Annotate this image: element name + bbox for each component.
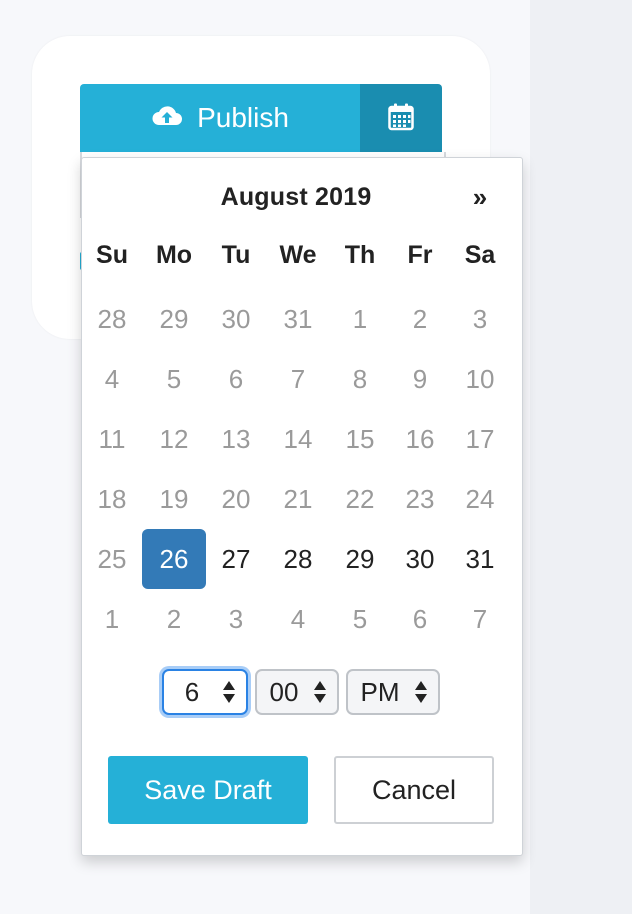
weekday-label: Th	[344, 241, 376, 269]
calendar-day[interactable]: 2	[142, 589, 206, 649]
date-picker-popup: August 2019 » Su Mo Tu We Th Fr Sa 28 29 30 31 1 2 3…	[81, 157, 523, 856]
calendar-toggle-button[interactable]	[360, 84, 442, 152]
selected-day[interactable]: 26	[142, 529, 206, 589]
hour-select[interactable]: 6	[162, 669, 248, 715]
calendar-day[interactable]: 14	[266, 409, 330, 469]
minute-select[interactable]: 00	[255, 669, 339, 715]
calendar-day[interactable]: 19	[142, 469, 206, 529]
month-title[interactable]: August 2019	[162, 183, 430, 212]
calendar-day[interactable]: 3	[204, 589, 268, 649]
weekday-label: Fr	[407, 241, 433, 269]
calendar-day[interactable]: 31	[448, 529, 512, 589]
calendar-day[interactable]: 11	[80, 409, 144, 469]
calendar-day[interactable]: 6	[388, 589, 452, 649]
calendar-day[interactable]: 16	[388, 409, 452, 469]
minute-value: 00	[269, 676, 299, 707]
calendar-day[interactable]: 20	[204, 469, 268, 529]
calendar-day[interactable]: 4	[266, 589, 330, 649]
calendar-day[interactable]: 28	[80, 289, 144, 349]
calendar-icon	[388, 103, 414, 134]
cloud-upload-icon	[151, 102, 183, 134]
minute-spinner-icon	[311, 679, 329, 705]
weekday-label: Sa	[464, 241, 496, 269]
calendar-day[interactable]: 1	[328, 289, 392, 349]
publish-label: Publish	[197, 102, 289, 133]
calendar-day[interactable]: 10	[448, 349, 512, 409]
calendar-day[interactable]: 5	[328, 589, 392, 649]
calendar-day[interactable]: 27	[204, 529, 268, 589]
calendar-day[interactable]: 29	[142, 289, 206, 349]
calendar-day[interactable]: 31	[266, 289, 330, 349]
weekday-label: We	[279, 241, 317, 269]
calendar-day[interactable]: 30	[388, 529, 452, 589]
calendar-day[interactable]: 7	[448, 589, 512, 649]
calendar-day[interactable]: 13	[204, 409, 268, 469]
calendar-day[interactable]: 21	[266, 469, 330, 529]
calendar-day[interactable]: 15	[328, 409, 392, 469]
ampm-spinner-icon	[412, 679, 430, 705]
calendar-day[interactable]: 28	[266, 529, 330, 589]
publish-button[interactable]: Publish	[80, 84, 360, 152]
weekday-label: Tu	[221, 241, 251, 269]
calendar-day[interactable]: 24	[448, 469, 512, 529]
weekday-header: Su Mo Tu We Th Fr Sa	[82, 241, 522, 281]
weekday-label: Mo	[155, 241, 193, 269]
next-month-button[interactable]: »	[462, 182, 498, 213]
cancel-button[interactable]: Cancel	[334, 756, 494, 824]
calendar-day[interactable]: 23	[388, 469, 452, 529]
calendar-day[interactable]: 17	[448, 409, 512, 469]
hour-value: 6	[184, 676, 200, 707]
publish-button-group: Publish	[80, 84, 442, 152]
calendar-day[interactable]: 6	[204, 349, 268, 409]
ampm-select[interactable]: PM	[346, 669, 440, 715]
background-panel	[530, 0, 632, 914]
calendar-day[interactable]: 2	[388, 289, 452, 349]
ampm-value: PM	[360, 676, 400, 707]
calendar-day[interactable]: 1	[80, 589, 144, 649]
calendar-day[interactable]: 9	[388, 349, 452, 409]
save-draft-button[interactable]: Save Draft	[108, 756, 308, 824]
hour-spinner-icon	[220, 679, 238, 705]
calendar-day[interactable]: 3	[448, 289, 512, 349]
calendar-day[interactable]: 22	[328, 469, 392, 529]
calendar-day[interactable]: 25	[80, 529, 144, 589]
calendar-day[interactable]: 30	[204, 289, 268, 349]
calendar-day[interactable]: 18	[80, 469, 144, 529]
weekday-label: Su	[96, 241, 128, 269]
calendar-day[interactable]: 29	[328, 529, 392, 589]
calendar-day[interactable]: 5	[142, 349, 206, 409]
calendar-day[interactable]: 8	[328, 349, 392, 409]
calendar-day[interactable]: 7	[266, 349, 330, 409]
calendar-day[interactable]: 12	[142, 409, 206, 469]
calendar-day[interactable]: 4	[80, 349, 144, 409]
